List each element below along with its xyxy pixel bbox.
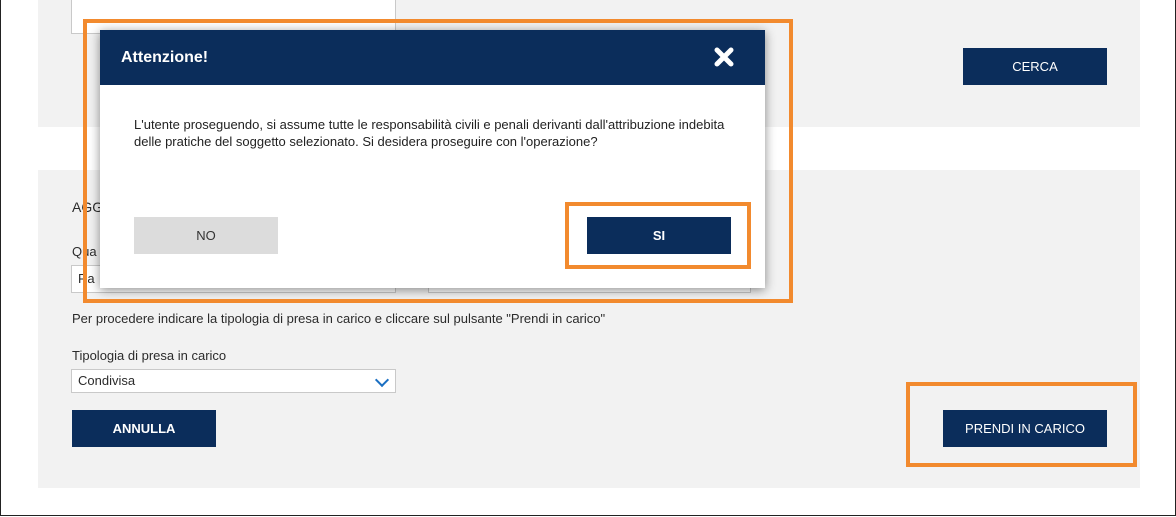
field-label: Qua (72, 244, 97, 259)
tipologia-value: Condivisa (78, 373, 136, 388)
confirm-dialog: Attenzione! L'utente proseguendo, si ass… (100, 30, 765, 288)
close-x-icon[interactable] (713, 46, 735, 68)
dialog-message: L'utente proseguendo, si assume tutte le… (134, 117, 725, 149)
tipologia-select[interactable]: Condivisa (71, 369, 396, 393)
prendi-in-carico-button[interactable]: PRENDI IN CARICO (943, 410, 1107, 447)
cerca-button[interactable]: CERCA (963, 48, 1107, 85)
si-button[interactable]: SI (587, 217, 731, 254)
search-field[interactable] (71, 0, 396, 34)
chevron-down-icon (374, 372, 390, 388)
dialog-title: Attenzione! (121, 49, 209, 66)
annulla-button[interactable]: ANNULLA (72, 410, 216, 447)
section-heading: AGG (72, 199, 104, 215)
no-button[interactable]: NO (134, 217, 278, 254)
tipologia-label: Tipologia di presa in carico (72, 348, 227, 363)
dialog-header: Attenzione! (100, 30, 765, 85)
instruction-text: Per procedere indicare la tipologia di p… (72, 311, 606, 326)
field-value: Ra (78, 271, 95, 286)
